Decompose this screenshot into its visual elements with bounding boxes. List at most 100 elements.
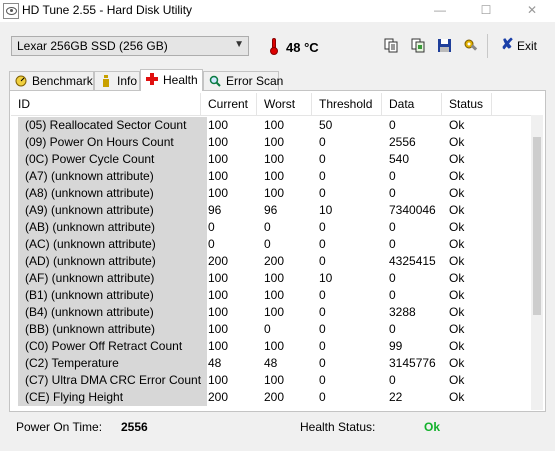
hd-tune-app-icon [3,3,19,19]
drive-select-value: Lexar 256GB SSD (256 GB) [17,39,168,53]
cell-current: 100 [208,339,229,353]
cell-id: (B1) (unknown attribute) [18,287,207,304]
cell-threshold: 0 [319,186,326,200]
cell-id: (C2) Temperature [18,355,207,372]
cell-current: 100 [208,118,229,132]
maximize-button[interactable]: ☐ [463,0,509,22]
vertical-scrollbar[interactable] [531,115,543,410]
cell-data: 4325415 [389,254,436,268]
cell-current: 100 [208,305,229,319]
temperature-readout: 48 °C [286,40,319,55]
table-row[interactable]: (A7) (unknown attribute) 100 100 0 0 Ok [11,168,531,185]
tab-error-scan-label: Error Scan [226,74,284,88]
table-row[interactable]: (C2) Temperature 48 48 0 3145776 Ok [11,355,531,372]
cell-threshold: 0 [319,169,326,183]
cell-current: 100 [208,186,229,200]
column-header-threshold[interactable]: Threshold [312,93,382,115]
tab-error-scan[interactable]: Error Scan [203,71,283,90]
tab-benchmark-label: Benchmark [32,74,93,88]
cell-status: Ok [449,186,465,200]
health-status-value: Ok [424,420,441,434]
close-button[interactable]: ✕ [509,0,555,22]
cell-worst: 100 [264,186,285,200]
table-row[interactable]: (AB) (unknown attribute) 0 0 0 0 Ok [11,219,531,236]
tab-health[interactable]: Health [140,69,203,91]
column-header-id[interactable]: ID [11,93,201,115]
column-header-status[interactable]: Status [442,93,492,115]
cell-data: 0 [389,220,396,234]
cell-id: (C7) Ultra DMA CRC Error Count [18,372,207,389]
cell-threshold: 0 [319,322,326,336]
tab-benchmark[interactable]: Benchmark [9,71,94,90]
cell-id: (A7) (unknown attribute) [18,168,207,185]
table-row[interactable]: (05) Reallocated Sector Count 100 100 50 0 Ok [11,117,531,134]
cell-id: (A9) (unknown attribute) [18,202,207,219]
cell-data: 0 [389,288,396,302]
chevron-down-icon: ▼ [234,39,244,50]
table-row[interactable]: (0C) Power Cycle Count 100 100 0 540 Ok [11,151,531,168]
cell-status: Ok [449,373,465,387]
table-row[interactable]: (AF) (unknown attribute) 100 100 10 0 Ok [11,270,531,287]
exit-label: Exit [517,39,538,53]
tab-health-label: Health [163,73,198,87]
scrollbar-thumb[interactable] [533,137,541,315]
cell-worst: 100 [264,135,285,149]
table-row[interactable]: (AD) (unknown attribute) 200 200 0 4325415 Ok [11,253,531,270]
floppy-disk-icon [438,39,451,52]
table-row[interactable]: (C7) Ultra DMA CRC Error Count 100 100 0 0 Ok [11,372,531,389]
cell-worst: 100 [264,373,285,387]
table-row[interactable]: (C0) Power Off Retract Count 100 100 0 99 Ok [11,338,531,355]
cell-threshold: 0 [319,254,326,268]
exit-button[interactable]: ✘ Exit [496,36,542,56]
column-header-current[interactable]: Current [201,93,257,115]
cell-threshold: 50 [319,118,333,132]
minimize-button[interactable]: — [417,0,463,22]
cell-data: 3145776 [389,356,436,370]
cell-worst: 100 [264,339,285,353]
table-row[interactable]: (A9) (unknown attribute) 96 96 10 7340046 Ok [11,202,531,219]
cell-id: (AB) (unknown attribute) [18,219,207,236]
cell-data: 0 [389,271,396,285]
health-cross-icon [146,73,158,85]
table-row[interactable]: (B4) (unknown attribute) 100 100 0 3288 Ok [11,304,531,321]
cell-data: 22 [389,390,403,404]
table-row[interactable]: (BB) (unknown attribute) 100 0 0 0 Ok [11,321,531,338]
power-on-time-value: 2556 [121,420,148,434]
table-row[interactable]: (A8) (unknown attribute) 100 100 0 0 Ok [11,185,531,202]
cell-status: Ok [449,254,465,268]
cell-threshold: 0 [319,339,326,353]
cell-data: 0 [389,373,396,387]
cell-current: 48 [208,356,222,370]
cell-data: 99 [389,339,403,353]
cell-id: (0C) Power Cycle Count [18,151,207,168]
copy-screenshot-button[interactable] [408,35,430,57]
table-row[interactable]: (AC) (unknown attribute) 0 0 0 0 Ok [11,236,531,253]
cell-status: Ok [449,322,465,336]
cell-threshold: 0 [319,237,326,251]
cell-status: Ok [449,339,465,353]
tab-info[interactable]: Info [94,71,140,90]
cell-current: 0 [208,220,215,234]
cell-id: (AD) (unknown attribute) [18,253,207,270]
copy-text-button[interactable] [381,35,403,57]
cell-threshold: 10 [319,203,333,217]
table-row[interactable]: (09) Power On Hours Count 100 100 0 2556 Ok [11,134,531,151]
column-header-worst[interactable]: Worst [257,93,312,115]
save-button[interactable] [434,35,456,57]
column-header-data[interactable]: Data [382,93,442,115]
drive-select[interactable]: Lexar 256GB SSD (256 GB) ▼ [11,36,249,56]
cell-id: (CE) Flying Height [18,389,207,406]
cell-worst: 48 [264,356,278,370]
cell-current: 100 [208,152,229,166]
options-button[interactable] [460,35,482,57]
cell-id: (BB) (unknown attribute) [18,321,207,338]
cell-worst: 100 [264,152,285,166]
cell-data: 0 [389,118,396,132]
cell-id: (AC) (unknown attribute) [18,236,207,253]
info-icon [103,75,109,87]
table-row[interactable]: (B1) (unknown attribute) 100 100 0 0 Ok [11,287,531,304]
table-row[interactable]: (CE) Flying Height 200 200 0 22 Ok [11,389,531,406]
copy-image-icon [411,38,425,53]
cell-status: Ok [449,237,465,251]
cell-threshold: 0 [319,373,326,387]
